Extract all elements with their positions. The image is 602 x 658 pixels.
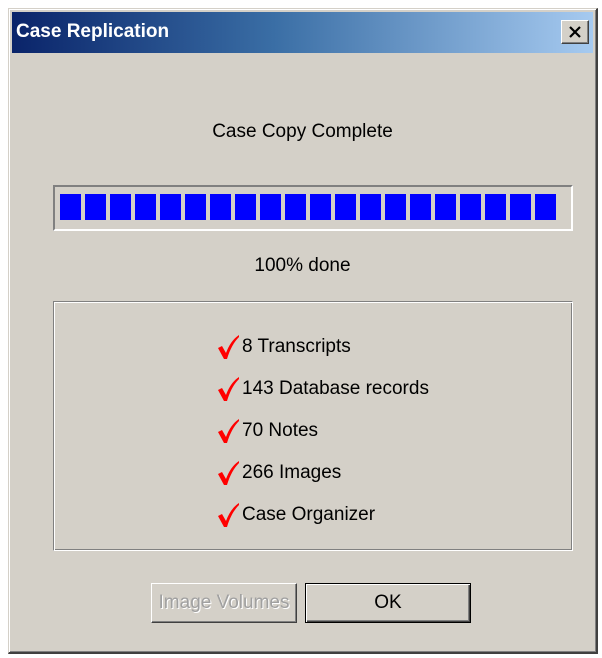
case-replication-dialog: Case Replication Case Copy Complete 100%… <box>8 8 598 654</box>
progress-segment <box>285 194 306 220</box>
summary-item-transcripts: 8 Transcripts <box>216 332 351 362</box>
summary-item-label: 143 Database records <box>242 378 429 399</box>
progress-bar <box>53 185 573 231</box>
progress-segment <box>460 194 481 220</box>
checkmark-icon <box>218 461 239 485</box>
summary-item-database-records: 143 Database records <box>216 374 429 404</box>
progress-segment <box>510 194 531 220</box>
progress-segment <box>235 194 256 220</box>
checkmark-icon <box>218 503 239 527</box>
progress-segment <box>185 194 206 220</box>
progress-fill <box>60 194 562 220</box>
progress-segment <box>435 194 456 220</box>
status-message: Case Copy Complete <box>212 121 393 142</box>
title-bar[interactable]: Case Replication <box>12 12 593 53</box>
copy-summary-panel: 8 Transcripts 143 Database records 70 No… <box>53 301 573 551</box>
image-volumes-button[interactable]: Image Volumes <box>151 583 297 623</box>
progress-segment <box>135 194 156 220</box>
progress-segment <box>310 194 331 220</box>
progress-segment <box>260 194 281 220</box>
checkmark-icon <box>218 419 239 443</box>
progress-segment <box>60 194 81 220</box>
summary-item-images: 266 Images <box>216 458 341 488</box>
progress-segment <box>360 194 381 220</box>
summary-item-notes: 70 Notes <box>216 416 318 446</box>
checkmark-icon <box>218 377 239 401</box>
summary-item-label: Case Organizer <box>242 504 376 525</box>
summary-item-label: 70 Notes <box>242 420 319 441</box>
progress-segment <box>335 194 356 220</box>
progress-segment <box>535 194 556 220</box>
close-icon <box>569 26 581 38</box>
ok-button[interactable]: OK <box>305 583 471 623</box>
checkmark-icon <box>218 335 239 359</box>
summary-item-case-organizer: Case Organizer <box>216 500 375 530</box>
close-button[interactable] <box>561 20 589 44</box>
summary-item-label: 266 Images <box>242 462 342 483</box>
progress-segment <box>410 194 431 220</box>
progress-label: 100% done <box>254 255 351 276</box>
window-title: Case Replication <box>16 21 170 42</box>
progress-segment <box>210 194 231 220</box>
progress-segment <box>160 194 181 220</box>
progress-segment <box>85 194 106 220</box>
progress-segment <box>110 194 131 220</box>
summary-item-label: 8 Transcripts <box>242 336 351 357</box>
progress-segment <box>485 194 506 220</box>
progress-segment <box>385 194 406 220</box>
